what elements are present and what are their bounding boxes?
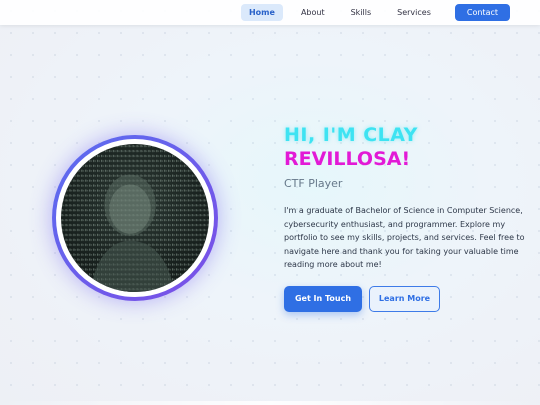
ascii-portrait-icon [61,144,209,292]
top-navbar: Home About Skills Services Contact [0,0,540,25]
avatar [61,144,209,292]
nav-home[interactable]: Home [240,4,283,21]
nav-about[interactable]: About [293,4,333,21]
learn-more-button[interactable]: Learn More [369,285,440,312]
hero-name-line-1: HI, I'M CLAY [284,124,418,146]
hero-bio: I'm a graduate of Bachelor of Science in… [284,206,525,269]
hero-subtitle: CTF Player [284,177,343,190]
nav-skills[interactable]: Skills [343,4,380,21]
get-in-touch-button[interactable]: Get In Touch [284,285,362,312]
avatar-frame [56,139,214,297]
nav-contact-button[interactable]: Contact [454,4,510,21]
nav-services[interactable]: Services [389,4,439,21]
avatar-ring [52,135,218,301]
bottom-divider [0,401,540,405]
hero-section: HI, I'M CLAY REVILLOSA! CTF Player I'm a… [284,124,530,312]
hero-name-line-2: REVILLOSA! [284,148,411,170]
hero-buttons: Get In Touch Learn More [284,285,530,312]
